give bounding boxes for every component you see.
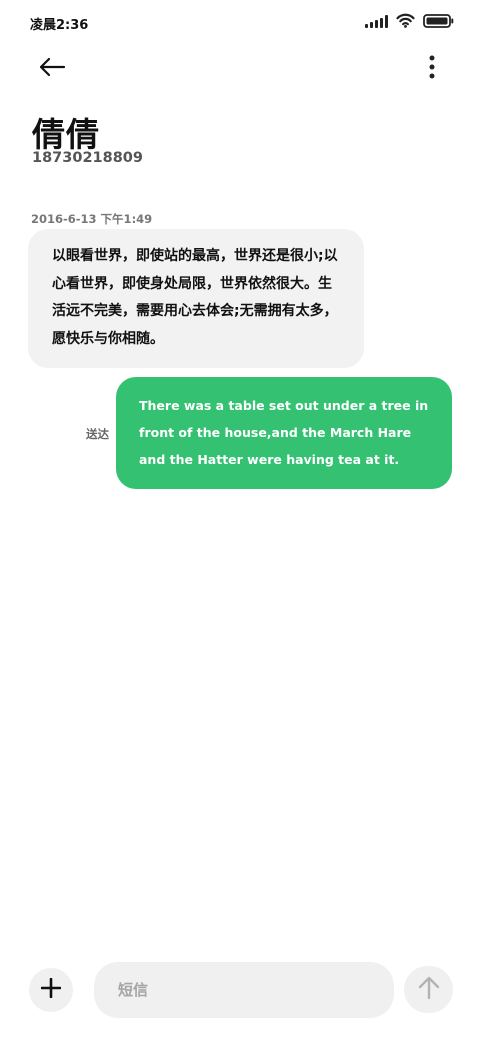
message-timestamp: 2016-6-13 下午1:49: [31, 212, 153, 226]
back-button[interactable]: [28, 50, 76, 88]
plus-icon: [40, 977, 62, 1002]
outgoing-message-bubble[interactable]: There was a table set out under a tree i…: [116, 377, 452, 489]
incoming-message-bubble[interactable]: 以眼看世界，即使站的最高，世界还是很小;以心看世界，即使身处局限，世界依然很大。…: [28, 229, 364, 368]
add-attachment-button[interactable]: [29, 968, 73, 1012]
status-time: 凌晨2:36: [30, 18, 89, 33]
battery-icon: [423, 13, 454, 28]
status-bar: 凌晨2:36: [0, 0, 480, 44]
delivery-status: 送达: [86, 427, 109, 441]
outgoing-message-text: There was a table set out under a tree i…: [139, 398, 429, 467]
send-arrow-up-icon: [418, 976, 440, 1004]
wifi-icon: [396, 13, 415, 28]
contact-phone: 18730218809: [32, 150, 143, 166]
message-input[interactable]: [94, 962, 394, 1018]
send-button[interactable]: [404, 966, 453, 1013]
back-arrow-icon: [38, 57, 66, 81]
status-icons: [365, 13, 454, 28]
signal-icon: [365, 14, 388, 28]
more-options-button[interactable]: [418, 52, 446, 86]
contact-name: 倩倩: [32, 115, 100, 154]
incoming-message-text: 以眼看世界，即使站的最高，世界还是很小;以心看世界，即使身处局限，世界依然很大。…: [52, 248, 338, 347]
more-vertical-icon: [429, 55, 435, 83]
